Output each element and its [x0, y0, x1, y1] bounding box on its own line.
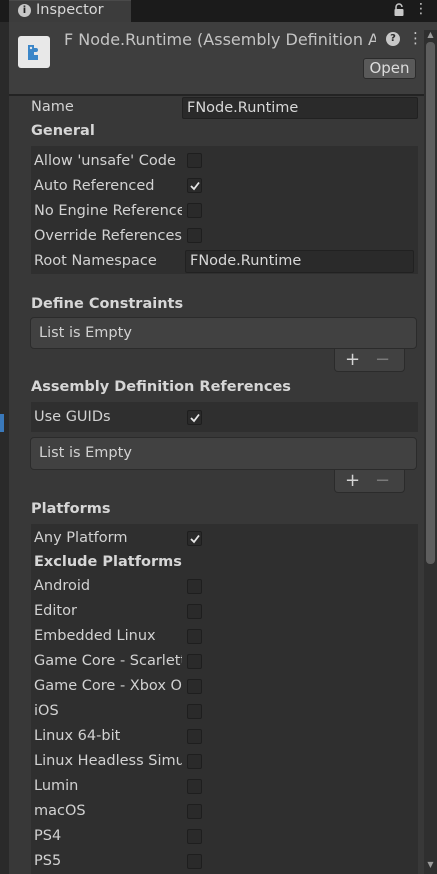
asset-title: F Node.Runtime (Assembly Definition As	[64, 30, 376, 49]
platform-label: Embedded Linux	[34, 628, 156, 644]
platform-checkbox[interactable]	[187, 754, 202, 769]
platform-checkbox[interactable]	[187, 779, 202, 794]
exclude-platforms-heading: Exclude Platforms	[34, 554, 182, 570]
use-guids-checkbox[interactable]	[187, 410, 202, 425]
override-references-checkbox[interactable]	[187, 228, 202, 243]
platform-checkbox[interactable]	[187, 729, 202, 744]
platform-label: Game Core - Xbox One	[34, 678, 182, 694]
root-namespace-field[interactable]: FNode.Runtime	[185, 250, 414, 273]
tab-inspector-label: Inspector	[36, 2, 104, 18]
use-guids-label: Use GUIDs	[34, 409, 111, 425]
root-namespace-label: Root Namespace	[34, 253, 157, 269]
platform-checkbox[interactable]	[187, 804, 202, 819]
platform-label: PS4	[34, 828, 62, 844]
assembly-definition-references-heading: Assembly Definition References	[31, 379, 291, 395]
remove-button[interactable]: −	[375, 351, 390, 369]
auto-referenced-label: Auto Referenced	[34, 178, 155, 194]
platform-checkbox[interactable]	[187, 679, 202, 694]
scroll-down-icon[interactable]: ▼	[425, 860, 436, 870]
help-icon[interactable]: ?	[386, 32, 400, 46]
add-button[interactable]: +	[345, 351, 360, 369]
any-platform-checkbox[interactable]	[187, 531, 202, 546]
scrollbar-thumb[interactable]	[426, 42, 435, 564]
header-separator	[9, 94, 424, 96]
info-icon: i	[18, 4, 31, 17]
left-panel-edge	[0, 22, 9, 874]
checkmark-icon	[190, 413, 200, 423]
kebab-menu-icon[interactable]: ⋮	[408, 30, 423, 46]
platform-label: macOS	[34, 803, 86, 819]
checkmark-icon	[190, 181, 200, 191]
platform-label: Editor	[34, 603, 77, 619]
scroll-up-icon[interactable]: ▲	[425, 30, 436, 40]
override-references-label: Override References	[34, 228, 182, 244]
name-field[interactable]: FNode.Runtime	[182, 97, 418, 119]
platform-label: Linux Headless Simulation	[34, 753, 182, 769]
platforms-heading: Platforms	[31, 501, 111, 517]
open-button[interactable]: Open	[363, 58, 416, 79]
platform-checkbox[interactable]	[187, 629, 202, 644]
platform-label: Game Core - Scarlett	[34, 653, 182, 669]
general-heading: General	[31, 123, 95, 139]
assembly-definition-icon	[18, 36, 50, 68]
list-empty-text: List is Empty	[39, 445, 132, 461]
platform-checkbox[interactable]	[187, 604, 202, 619]
platform-checkbox[interactable]	[187, 704, 202, 719]
define-constraints-add-remove: + −	[334, 349, 405, 372]
allow-unsafe-label: Allow 'unsafe' Code	[34, 153, 176, 169]
list-empty-text: List is Empty	[39, 325, 132, 341]
checkmark-icon	[190, 534, 200, 544]
define-constraints-list: List is Empty	[30, 317, 417, 349]
platform-label: Android	[34, 578, 91, 594]
platform-label: PS5	[34, 853, 62, 869]
platform-checkbox[interactable]	[187, 854, 202, 869]
allow-unsafe-checkbox[interactable]	[187, 153, 202, 168]
platform-checkbox[interactable]	[187, 579, 202, 594]
platforms-section	[31, 524, 418, 874]
define-constraints-heading: Define Constraints	[31, 296, 184, 312]
remove-button[interactable]: −	[375, 472, 390, 490]
platform-label: Lumin	[34, 778, 79, 794]
platform-checkbox[interactable]	[187, 654, 202, 669]
name-label: Name	[31, 99, 74, 115]
assembly-references-add-remove: + −	[334, 470, 405, 493]
platform-checkbox[interactable]	[187, 829, 202, 844]
add-button[interactable]: +	[345, 472, 360, 490]
selection-accent	[0, 414, 4, 432]
assembly-references-list: List is Empty	[30, 437, 417, 470]
platform-label: iOS	[34, 703, 59, 719]
lock-icon[interactable]	[392, 3, 406, 17]
any-platform-label: Any Platform	[34, 530, 128, 546]
platform-label: Linux 64-bit	[34, 728, 121, 744]
kebab-menu-icon[interactable]: ⋮	[414, 2, 428, 17]
no-engine-references-checkbox[interactable]	[187, 203, 202, 218]
auto-referenced-checkbox[interactable]	[187, 178, 202, 193]
no-engine-references-label: No Engine References	[34, 203, 182, 219]
